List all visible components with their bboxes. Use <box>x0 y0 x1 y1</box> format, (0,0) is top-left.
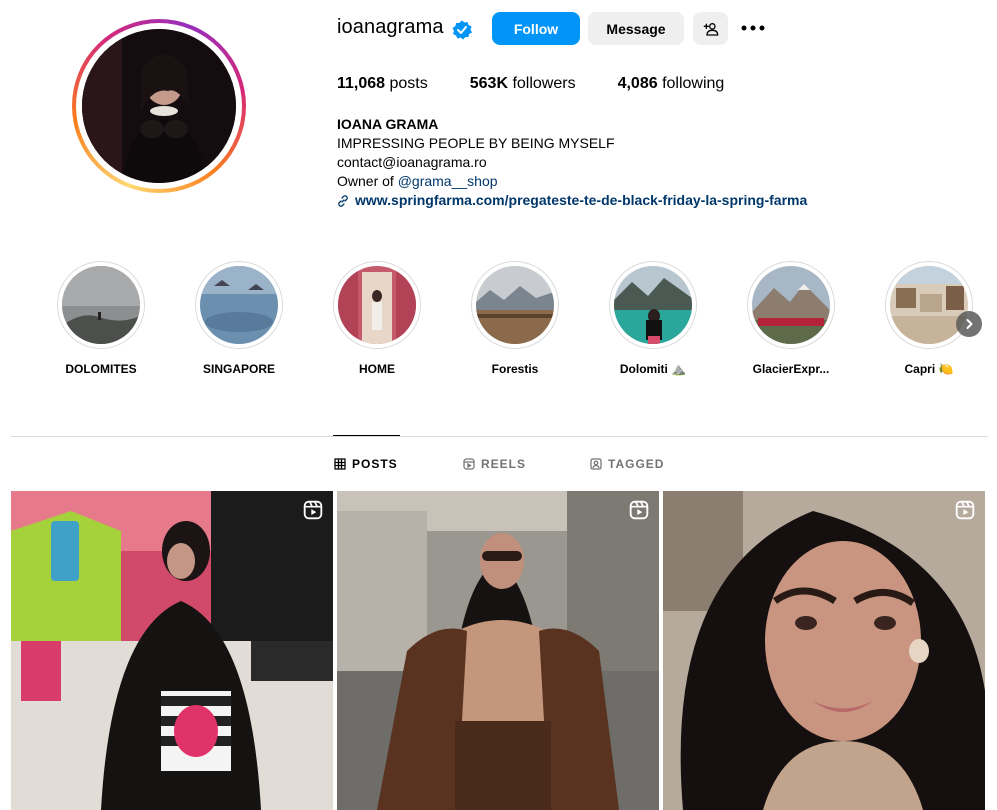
highlight-label: HOME <box>359 362 395 376</box>
reel-icon <box>955 500 975 520</box>
post-image <box>337 491 659 810</box>
suggested-accounts-button[interactable] <box>693 12 728 45</box>
highlight-cover <box>752 266 830 344</box>
profile-username: ioanagrama <box>337 16 444 38</box>
highlight-ring <box>609 261 697 349</box>
highlight-label: GlacierExpr... <box>752 362 830 376</box>
reel-icon <box>629 500 649 520</box>
posts-count-value: 11,068 <box>337 75 386 92</box>
avatar-border <box>76 23 242 189</box>
highlight-label: Forestis <box>491 362 539 376</box>
bio-email: contact@ioanagrama.ro <box>337 154 487 170</box>
highlights-next-button[interactable] <box>956 311 982 337</box>
bio-owner-mention-link[interactable]: @grama__shop <box>398 173 498 189</box>
chevron-right-icon <box>966 319 973 329</box>
highlight-cover <box>890 266 968 344</box>
link-icon <box>338 194 348 207</box>
verified-badge-icon <box>452 20 472 40</box>
tab-tagged[interactable]: TAGGED <box>590 457 664 471</box>
bio-link-text: www.springfarma.com/pregateste-te-de-bla… <box>355 192 808 208</box>
highlight-label: DOLOMITES <box>65 362 137 376</box>
tab-reels-label: REELS <box>481 457 527 471</box>
tab-posts[interactable]: POSTS <box>334 457 398 471</box>
highlight-ring <box>471 261 559 349</box>
highlight-dolomites[interactable]: DOLOMITES <box>56 261 146 376</box>
highlight-dolomiti[interactable]: Dolomiti ⛰️ <box>608 261 698 376</box>
tabs-divider <box>11 436 988 437</box>
bio-external-link[interactable]: www.springfarma.com/pregateste-te-de-bla… <box>337 191 807 210</box>
grid-icon <box>334 458 346 470</box>
highlight-ring <box>195 261 283 349</box>
posts-count: 11,068 posts <box>337 75 428 93</box>
highlight-ring <box>885 261 973 349</box>
highlight-cover <box>614 266 692 344</box>
highlight-label: Capri 🍋 <box>904 362 954 376</box>
active-tab-indicator <box>333 435 400 436</box>
bio-tagline: IMPRESSING PEOPLE BY BEING MYSELF <box>337 135 615 151</box>
tab-reels[interactable]: REELS <box>463 457 526 471</box>
highlight-cover <box>338 266 416 344</box>
tagged-icon <box>590 458 602 470</box>
post-image <box>663 491 985 810</box>
highlight-forestis[interactable]: Forestis <box>470 261 560 376</box>
highlight-home[interactable]: HOME <box>332 261 422 376</box>
following-count-value: 4,086 <box>617 75 658 92</box>
add-person-icon <box>703 22 718 36</box>
bio-owner-line: Owner of @grama__shop <box>337 172 807 191</box>
highlight-glacierexpress[interactable]: GlacierExpr... <box>746 261 836 376</box>
reel-icon <box>303 500 323 520</box>
more-options-icon <box>741 25 765 31</box>
tab-tagged-label: TAGGED <box>608 457 665 471</box>
tab-posts-label: POSTS <box>352 457 398 471</box>
reels-icon <box>463 458 475 470</box>
posts-count-label: posts <box>385 75 428 92</box>
followers-count-label: followers <box>508 75 576 92</box>
highlight-cover <box>62 266 140 344</box>
following-count[interactable]: 4,086 following <box>618 75 725 93</box>
more-options-button[interactable] <box>738 16 768 40</box>
post-tile[interactable] <box>337 491 659 810</box>
highlight-cover <box>200 266 278 344</box>
message-button[interactable]: Message <box>588 12 684 45</box>
post-image <box>11 491 333 810</box>
post-tile[interactable] <box>11 491 333 810</box>
highlight-singapore[interactable]: SINGAPORE <box>194 261 284 376</box>
profile-stats: 11,068 posts 563K followers 4,086 follow… <box>337 75 766 93</box>
followers-count-value: 563K <box>469 75 508 92</box>
highlight-ring <box>57 261 145 349</box>
follow-button[interactable]: Follow <box>492 12 580 45</box>
highlight-label: Dolomiti ⛰️ <box>619 362 687 376</box>
highlight-label: SINGAPORE <box>202 362 275 376</box>
highlight-ring <box>747 261 835 349</box>
bio-name: IOANA GRAMA <box>337 116 439 132</box>
highlight-cover <box>476 266 554 344</box>
highlight-ring <box>333 261 421 349</box>
followers-count[interactable]: 563K followers <box>470 75 576 93</box>
profile-avatar[interactable] <box>72 19 246 193</box>
post-tile[interactable] <box>663 491 985 810</box>
profile-bio: IOANA GRAMA IMPRESSING PEOPLE BY BEING M… <box>337 115 807 210</box>
following-count-label: following <box>657 75 725 92</box>
bio-owner-prefix: Owner of <box>337 173 398 189</box>
avatar-image <box>82 29 236 183</box>
